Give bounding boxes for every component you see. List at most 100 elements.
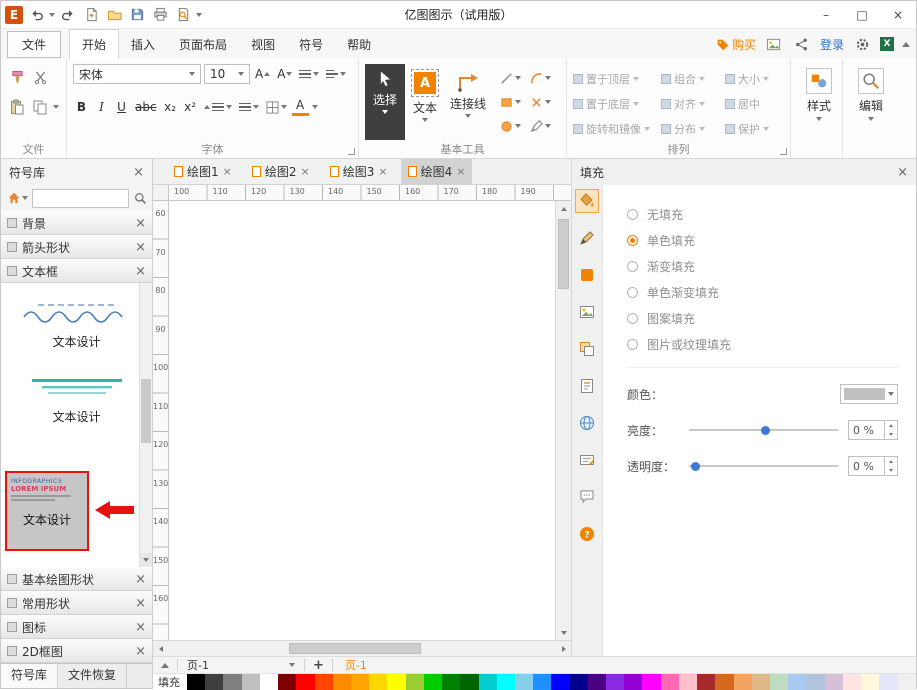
page-select-dropdown[interactable]: 页-1: [182, 657, 300, 673]
scroll-down-button[interactable]: [556, 625, 571, 640]
form-button[interactable]: [575, 448, 599, 472]
qat-customize-icon[interactable]: [196, 13, 202, 17]
vertical-scroll-thumb[interactable]: [558, 219, 569, 289]
horizontal-scrollbar[interactable]: [153, 640, 571, 656]
palette-swatch[interactable]: [260, 674, 278, 690]
doc-tab-close-icon[interactable]: ×: [301, 166, 310, 177]
grow-font-button[interactable]: A: [253, 65, 272, 83]
palette-swatch[interactable]: [825, 674, 843, 690]
doc-tab-close-icon[interactable]: ×: [378, 166, 387, 177]
superscript-button[interactable]: x²: [182, 98, 199, 116]
radio-icon[interactable]: [627, 339, 638, 350]
fill-option-gradient[interactable]: 渐变填充: [627, 253, 898, 279]
palette-swatch[interactable]: [424, 674, 442, 690]
print-button[interactable]: [150, 5, 170, 25]
symbol-library-close-icon[interactable]: ×: [133, 166, 144, 179]
arc-tool-button[interactable]: [525, 66, 555, 90]
doc-tab-close-icon[interactable]: ×: [456, 166, 465, 177]
doc-tab-1[interactable]: 绘图1×: [167, 159, 239, 184]
palette-swatch[interactable]: [315, 674, 333, 690]
radio-icon[interactable]: [627, 261, 638, 272]
opacity-slider-thumb[interactable]: [691, 462, 700, 471]
section-close-icon[interactable]: ×: [135, 621, 146, 634]
align-objects-button[interactable]: 对齐: [661, 91, 725, 116]
color-dropdown[interactable]: [840, 384, 898, 404]
palette-swatch[interactable]: [333, 674, 351, 690]
group-button[interactable]: 组合: [661, 66, 725, 91]
brightness-spinner[interactable]: 0 %: [848, 420, 898, 440]
paste-dropdown-icon[interactable]: [53, 105, 59, 109]
bring-to-front-button[interactable]: 置于顶层: [573, 66, 661, 91]
palette-swatch[interactable]: [570, 674, 588, 690]
palette-swatch[interactable]: [223, 674, 241, 690]
line-spacing-button[interactable]: [202, 98, 234, 116]
table-border-button[interactable]: [264, 98, 289, 116]
gallery-button[interactable]: [764, 34, 784, 54]
palette-swatch[interactable]: [861, 674, 879, 690]
library-scrollbar-thumb[interactable]: [141, 379, 151, 443]
radio-icon[interactable]: [627, 313, 638, 324]
palette-swatch[interactable]: [624, 674, 642, 690]
palette-swatch[interactable]: [351, 674, 369, 690]
opacity-slider[interactable]: [689, 459, 838, 473]
send-to-back-button[interactable]: 置于底层: [573, 91, 661, 116]
insert-image-button[interactable]: [575, 300, 599, 324]
doc-tab-2[interactable]: 绘图2×: [245, 159, 317, 184]
section-close-icon[interactable]: ×: [135, 265, 146, 278]
brightness-slider[interactable]: [689, 423, 838, 437]
cut-button[interactable]: [30, 67, 50, 87]
palette-swatch[interactable]: [406, 674, 424, 690]
palette-swatch[interactable]: [387, 674, 405, 690]
section-close-icon[interactable]: ×: [135, 573, 146, 586]
palette-swatch[interactable]: [734, 674, 752, 690]
shrink-font-button[interactable]: A: [275, 65, 294, 83]
section-close-icon[interactable]: ×: [135, 597, 146, 610]
fill-option-single-gradient[interactable]: 单色渐变填充: [627, 279, 898, 305]
font-family-combo[interactable]: 宋体: [73, 64, 201, 84]
palette-swatch[interactable]: [588, 674, 606, 690]
comment-button[interactable]: [575, 485, 599, 509]
palette-swatch[interactable]: [715, 674, 733, 690]
tab-symbols[interactable]: 符号: [287, 30, 335, 59]
line-style-button[interactable]: [575, 226, 599, 250]
connector-tool-button[interactable]: 连接线: [445, 64, 491, 140]
fill-tool-button[interactable]: [575, 189, 599, 213]
palette-swatch[interactable]: [806, 674, 824, 690]
palette-swatch[interactable]: [296, 674, 314, 690]
palette-swatch[interactable]: [606, 674, 624, 690]
horizontal-scroll-thumb[interactable]: [289, 643, 421, 654]
format-painter-button[interactable]: [7, 67, 27, 87]
excel-export-icon[interactable]: X: [880, 37, 894, 51]
symbol-item-1[interactable]: 文本设计: [1, 283, 152, 350]
minimize-button[interactable]: –: [808, 1, 844, 28]
expand-pages-button[interactable]: [157, 658, 173, 673]
distribute-button[interactable]: 分布: [661, 116, 725, 141]
shape-gallery-button[interactable]: [575, 337, 599, 361]
fill-option-pattern[interactable]: 图案填充: [627, 305, 898, 331]
align-button[interactable]: [297, 65, 321, 83]
library-home-button[interactable]: [5, 188, 29, 208]
palette-swatch[interactable]: [770, 674, 788, 690]
library-scrollbar[interactable]: [139, 283, 152, 567]
print-preview-button[interactable]: [173, 5, 193, 25]
scroll-left-button[interactable]: [153, 641, 168, 656]
settings-button[interactable]: [852, 34, 872, 54]
palette-swatch[interactable]: [788, 674, 806, 690]
section-close-icon[interactable]: ×: [135, 217, 146, 230]
symbol-search-input[interactable]: [32, 189, 129, 208]
tab-page-layout[interactable]: 页面布局: [167, 30, 239, 59]
collapse-ribbon-icon[interactable]: [902, 42, 910, 47]
palette-swatch[interactable]: [497, 674, 515, 690]
italic-button[interactable]: I: [93, 98, 110, 116]
tab-insert[interactable]: 插入: [119, 30, 167, 59]
opacity-spinner[interactable]: 0 %: [848, 456, 898, 476]
library-section-arrows[interactable]: 箭头形状 ×: [1, 235, 152, 259]
tab-symbol-library[interactable]: 符号库: [1, 664, 58, 688]
pen-tool-button[interactable]: [525, 114, 555, 138]
doc-tab-3[interactable]: 绘图3×: [323, 159, 395, 184]
palette-swatch[interactable]: [479, 674, 497, 690]
brightness-slider-thumb[interactable]: [761, 426, 770, 435]
edit-button[interactable]: 编辑: [849, 64, 893, 140]
palette-swatch[interactable]: [752, 674, 770, 690]
buy-button[interactable]: 购买: [716, 36, 756, 53]
